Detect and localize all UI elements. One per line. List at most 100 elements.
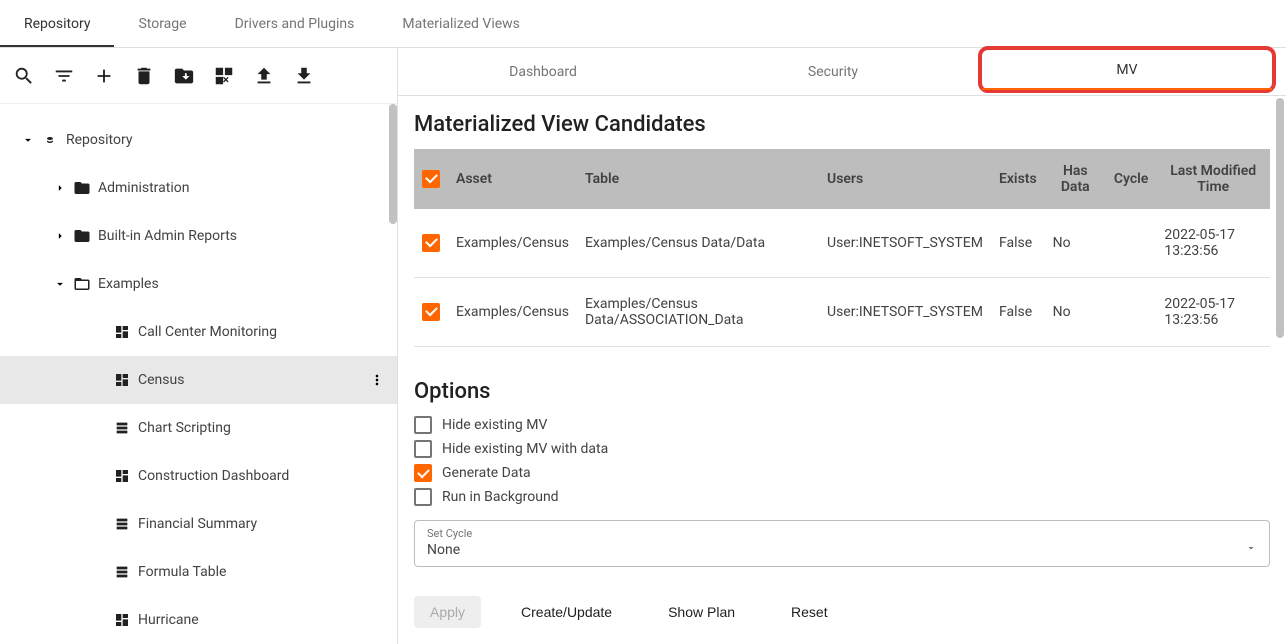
- folder-icon: [72, 226, 92, 246]
- more-icon[interactable]: [357, 372, 397, 388]
- subtab-dashboard[interactable]: Dashboard: [398, 48, 688, 95]
- tree-label: Chart Scripting: [138, 420, 397, 436]
- cell-modified: 2022-05-17 13:23:56: [1156, 278, 1270, 347]
- table-row[interactable]: Examples/Census Examples/Census Data/ASS…: [414, 278, 1270, 347]
- dashboard-icon: [112, 610, 132, 630]
- cell-table: Examples/Census Data/Data: [577, 209, 819, 278]
- run-background-checkbox[interactable]: [414, 488, 432, 506]
- download-icon[interactable]: [292, 64, 316, 88]
- tree-label: Call Center Monitoring: [138, 324, 397, 340]
- tree-item-census[interactable]: Census: [0, 356, 397, 404]
- subtab-mv[interactable]: MV: [978, 46, 1276, 93]
- cell-asset: Examples/Census: [448, 278, 577, 347]
- upload-icon[interactable]: [252, 64, 276, 88]
- delete-icon[interactable]: [132, 64, 156, 88]
- cell-table: Examples/Census Data/ASSOCIATION_Data: [577, 278, 819, 347]
- col-modified[interactable]: Last Modified Time: [1156, 149, 1270, 209]
- reset-button[interactable]: Reset: [775, 596, 844, 628]
- tree-item-builtin[interactable]: Built-in Admin Reports: [0, 212, 397, 260]
- dashboard-icon: [112, 370, 132, 390]
- worksheet-icon: [112, 562, 132, 582]
- tab-storage[interactable]: Storage: [114, 0, 210, 47]
- col-users[interactable]: Users: [819, 149, 991, 209]
- tree-label: Administration: [98, 180, 397, 196]
- cell-cycle: [1106, 209, 1157, 278]
- cell-cycle: [1106, 278, 1157, 347]
- set-cycle-label: Set Cycle: [427, 527, 1257, 540]
- top-tabs: Repository Storage Drivers and Plugins M…: [0, 0, 1286, 48]
- tree-item-call-center[interactable]: Call Center Monitoring: [0, 308, 397, 356]
- dashboard-icon: [112, 322, 132, 342]
- hide-existing-label: Hide existing MV: [442, 417, 547, 433]
- col-cycle[interactable]: Cycle: [1106, 149, 1157, 209]
- repository-icon: [40, 130, 60, 150]
- chevron-down-icon[interactable]: [16, 133, 40, 147]
- tree-label: Hurricane: [138, 612, 397, 628]
- folder-open-icon: [72, 274, 92, 294]
- row-checkbox[interactable]: [422, 303, 440, 321]
- cell-has-data: No: [1045, 209, 1106, 278]
- export-icon[interactable]: [172, 64, 196, 88]
- set-cycle-select[interactable]: Set Cycle None: [414, 520, 1270, 567]
- chevron-right-icon[interactable]: [48, 229, 72, 243]
- set-cycle-value: None: [427, 542, 460, 558]
- tree-label: Financial Summary: [138, 516, 397, 532]
- search-icon[interactable]: [12, 64, 36, 88]
- row-checkbox[interactable]: [422, 234, 440, 252]
- chevron-down-icon[interactable]: [48, 277, 72, 291]
- cell-exists: False: [991, 209, 1045, 278]
- col-table[interactable]: Table: [577, 149, 819, 209]
- run-background-label: Run in Background: [442, 489, 559, 505]
- select-all-checkbox[interactable]: [422, 170, 440, 188]
- tree-label: Examples: [98, 276, 397, 292]
- create-update-button[interactable]: Create/Update: [505, 596, 628, 628]
- tree-label: Repository: [66, 132, 397, 148]
- right-panel: Dashboard Security MV Materialized View …: [398, 48, 1286, 644]
- cell-users: User:INETSOFT_SYSTEM: [819, 278, 991, 347]
- apply-button[interactable]: Apply: [414, 596, 481, 628]
- tree-item-hurricane[interactable]: Hurricane: [0, 596, 397, 644]
- tree-item-financial[interactable]: Financial Summary: [0, 500, 397, 548]
- cell-exists: False: [991, 278, 1045, 347]
- tree-item-formula[interactable]: Formula Table: [0, 548, 397, 596]
- worksheet-icon: [112, 514, 132, 534]
- hide-existing-data-checkbox[interactable]: [414, 440, 432, 458]
- generate-data-label: Generate Data: [442, 465, 531, 481]
- cell-has-data: No: [1045, 278, 1106, 347]
- tree-root-repository[interactable]: Repository: [0, 116, 397, 164]
- left-panel: Repository Administration Built-in Admin…: [0, 48, 398, 644]
- repository-tree: Repository Administration Built-in Admin…: [0, 104, 397, 644]
- tree-label: Construction Dashboard: [138, 468, 397, 484]
- tab-repository[interactable]: Repository: [0, 0, 114, 47]
- hide-existing-checkbox[interactable]: [414, 416, 432, 434]
- candidates-table: Asset Table Users Exists Has Data Cycle …: [414, 149, 1270, 347]
- cell-users: User:INETSOFT_SYSTEM: [819, 209, 991, 278]
- tree-item-administration[interactable]: Administration: [0, 164, 397, 212]
- dashboard-icon: [112, 466, 132, 486]
- button-bar: Apply Create/Update Show Plan Reset: [398, 580, 1286, 644]
- show-plan-button[interactable]: Show Plan: [652, 596, 751, 628]
- options-title: Options: [414, 379, 1270, 404]
- tree-item-construction[interactable]: Construction Dashboard: [0, 452, 397, 500]
- add-icon[interactable]: [92, 64, 116, 88]
- table-row[interactable]: Examples/Census Examples/Census Data/Dat…: [414, 209, 1270, 278]
- tree-item-examples[interactable]: Examples: [0, 260, 397, 308]
- generate-data-checkbox[interactable]: [414, 464, 432, 482]
- options-section: Options Hide existing MV Hide existing M…: [414, 371, 1270, 567]
- cell-asset: Examples/Census: [448, 209, 577, 278]
- candidates-title: Materialized View Candidates: [414, 112, 1270, 137]
- col-exists[interactable]: Exists: [991, 149, 1045, 209]
- tree-label: Formula Table: [138, 564, 397, 580]
- tab-drivers[interactable]: Drivers and Plugins: [211, 0, 379, 47]
- tab-materialized-views[interactable]: Materialized Views: [378, 0, 544, 47]
- filter-icon[interactable]: [52, 64, 76, 88]
- chevron-right-icon[interactable]: [48, 181, 72, 195]
- folder-icon: [72, 178, 92, 198]
- refresh-icon[interactable]: [212, 64, 236, 88]
- tree-label: Census: [138, 372, 357, 388]
- col-has-data[interactable]: Has Data: [1045, 149, 1106, 209]
- tree-label: Built-in Admin Reports: [98, 228, 397, 244]
- col-asset[interactable]: Asset: [448, 149, 577, 209]
- tree-item-chart-scripting[interactable]: Chart Scripting: [0, 404, 397, 452]
- subtab-security[interactable]: Security: [688, 48, 978, 95]
